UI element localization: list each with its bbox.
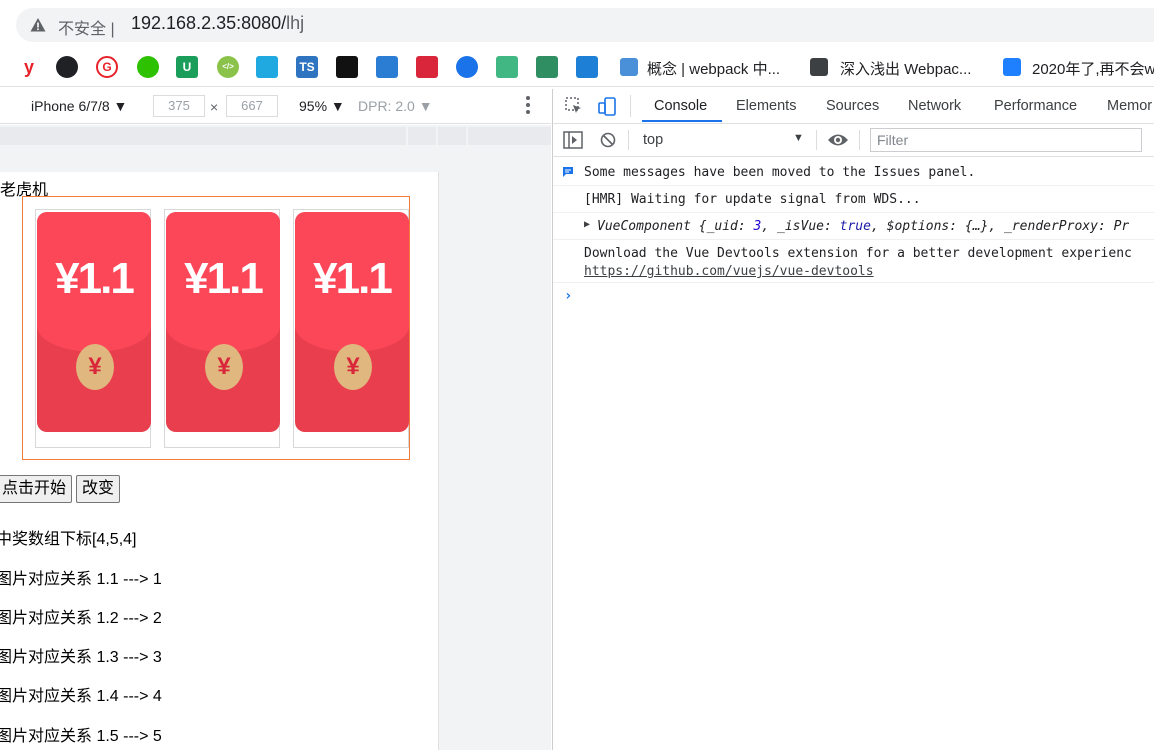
device-height-input[interactable]: 667 xyxy=(226,95,278,117)
prize-indices-text: 中奖数组下标[4,5,4] xyxy=(0,531,137,548)
device-toolbar: iPhone 6/7/8 ▼ 375 × 667 95% ▼ DPR: 2.0 … xyxy=(0,89,551,124)
tab-console[interactable]: Console xyxy=(654,98,707,114)
url-path: lhj xyxy=(286,13,305,33)
active-tab-indicator xyxy=(642,120,722,122)
device-select[interactable]: iPhone 6/7/8 ▼ xyxy=(31,98,127,114)
juejin-icon[interactable] xyxy=(1003,58,1021,76)
vue-rest: , $options: {…}, _renderProxy: Pr xyxy=(870,219,1130,234)
console-message-vue-component[interactable]: VueComponent {_uid: 3, _isVue: true, $op… xyxy=(597,219,1129,234)
bookmark-link[interactable]: 2020年了,再不会w xyxy=(1032,58,1154,79)
console-prompt[interactable]: › xyxy=(564,288,572,304)
book-icon[interactable] xyxy=(810,58,828,76)
red-packet-image: ¥1.1 ¥ xyxy=(37,212,151,432)
vue-true-value: true xyxy=(839,219,871,234)
bookmarks-bar: y G U </> TS 概念 | webpack 中... 深入浅出 Webpac... 2… xyxy=(0,48,1154,87)
console-filter-input[interactable]: Filter xyxy=(870,128,1142,152)
change-button[interactable]: 改变 xyxy=(76,475,121,503)
context-select[interactable]: top xyxy=(643,132,663,148)
mapping-text: 图片对应关系 1.1 ---> 1 xyxy=(0,571,162,588)
packet-amount: ¥1.1 xyxy=(55,254,135,303)
vue-mid: , _isVue: xyxy=(761,219,840,234)
mapping-text: 图片对应关系 1.3 ---> 3 xyxy=(0,649,162,666)
packet-amount: ¥1.1 xyxy=(184,254,264,303)
typescript-icon[interactable]: TS xyxy=(296,56,318,78)
console-message-hmr: [HMR] Waiting for update signal from WDS… xyxy=(584,192,921,207)
clear-console-icon[interactable] xyxy=(600,132,616,148)
dpr-select[interactable]: DPR: 2.0 ▼ xyxy=(358,98,433,114)
code-icon[interactable]: </> xyxy=(217,56,239,78)
tab-elements[interactable]: Elements xyxy=(736,98,796,114)
tab-performance[interactable]: Performance xyxy=(994,98,1077,114)
yonyou-icon[interactable]: y xyxy=(18,56,40,78)
slot-reel-1: ¥1.1 ¥ xyxy=(35,209,151,448)
url-host: 192.168.2.35:8080/ xyxy=(131,13,287,33)
slot-reel-3: ¥1.1 ¥ xyxy=(293,209,409,448)
inspect-element-icon[interactable] xyxy=(565,97,583,115)
vue-prefix: VueComponent {_uid: xyxy=(597,219,754,234)
blue-drop-icon[interactable] xyxy=(456,56,478,78)
address-bar-row: 不安全 | 192.168.2.35:8080/lhj xyxy=(0,0,1154,48)
wechat-icon[interactable] xyxy=(137,56,159,78)
google-g-icon[interactable]: G xyxy=(96,56,118,78)
context-dropdown-arrow[interactable]: ▼ xyxy=(793,132,804,144)
vue-icon[interactable] xyxy=(496,56,518,78)
console-message-devtools: Download the Vue Devtools extension for … xyxy=(584,246,1132,261)
zoom-select[interactable]: 95% ▼ xyxy=(299,98,345,114)
dark-square-icon[interactable] xyxy=(336,56,358,78)
u-icon[interactable]: U xyxy=(176,56,198,78)
omnibox[interactable]: 不安全 | 192.168.2.35:8080/lhj xyxy=(16,8,1154,42)
start-button[interactable]: 点击开始 xyxy=(0,475,73,503)
tab-network[interactable]: Network xyxy=(908,98,961,114)
console-output: Some messages have been moved to the Iss… xyxy=(552,157,1154,750)
device-toggle-icon[interactable] xyxy=(597,97,617,117)
vue-devtools-link[interactable]: https://github.com/vuejs/vue-devtools xyxy=(584,264,874,279)
bookmark-link[interactable]: 概念 | webpack 中... xyxy=(647,58,780,79)
more-options-icon[interactable] xyxy=(526,96,530,117)
devtools-tab-bar: Console Elements Sources Network Perform… xyxy=(552,89,1154,124)
slot-machine: ¥1.1 ¥ ¥1.1 ¥ ¥1.1 ¥ xyxy=(22,196,410,460)
slot-reel-2: ¥1.1 ¥ xyxy=(164,209,280,448)
info-message-icon xyxy=(563,167,573,177)
packet-amount: ¥1.1 xyxy=(313,254,393,303)
github-icon[interactable] xyxy=(56,56,78,78)
red-packet-image: ¥1.1 ¥ xyxy=(295,212,409,432)
warning-triangle-icon[interactable] xyxy=(30,17,46,33)
yuan-coin-icon: ¥ xyxy=(334,344,372,390)
live-expression-eye-icon[interactable] xyxy=(827,132,849,148)
mapping-text: 图片对应关系 1.5 ---> 5 xyxy=(0,728,162,745)
tab-memory[interactable]: Memor xyxy=(1107,98,1152,114)
url-text[interactable]: 192.168.2.35:8080/lhj xyxy=(131,13,304,34)
mixed-icon[interactable] xyxy=(376,56,398,78)
bookmark-link[interactable]: 深入浅出 Webpac... xyxy=(840,58,971,79)
dimension-times: × xyxy=(210,99,219,115)
tab-sources[interactable]: Sources xyxy=(826,98,879,114)
device-width-input[interactable]: 375 xyxy=(153,95,205,117)
expand-object-triangle[interactable]: ▶ xyxy=(584,219,590,230)
console-message-issues: Some messages have been moved to the Iss… xyxy=(584,165,976,180)
device-viewport: 老虎机 ¥1.1 ¥ ¥1.1 ¥ ¥1.1 ¥ 点击开始 改变 中奖数组下标[… xyxy=(0,172,439,750)
console-toolbar: top ▼ Filter xyxy=(552,124,1154,157)
yuan-coin-icon: ¥ xyxy=(205,344,243,390)
mapping-text: 图片对应关系 1.4 ---> 4 xyxy=(0,688,162,705)
red-mascot-icon[interactable] xyxy=(416,56,438,78)
mapping-text: 图片对应关系 1.2 ---> 2 xyxy=(0,610,162,627)
yuan-coin-icon: ¥ xyxy=(76,344,114,390)
nuxt-icon[interactable] xyxy=(536,56,558,78)
red-packet-image: ¥1.1 ¥ xyxy=(166,212,280,432)
blue-gem-icon[interactable] xyxy=(576,56,598,78)
hex-icon[interactable] xyxy=(256,56,278,78)
media-query-ruler[interactable] xyxy=(0,125,551,147)
sidebar-toggle-icon[interactable] xyxy=(563,131,583,149)
webpack-icon[interactable] xyxy=(620,58,638,76)
security-label[interactable]: 不安全 | xyxy=(58,15,115,39)
